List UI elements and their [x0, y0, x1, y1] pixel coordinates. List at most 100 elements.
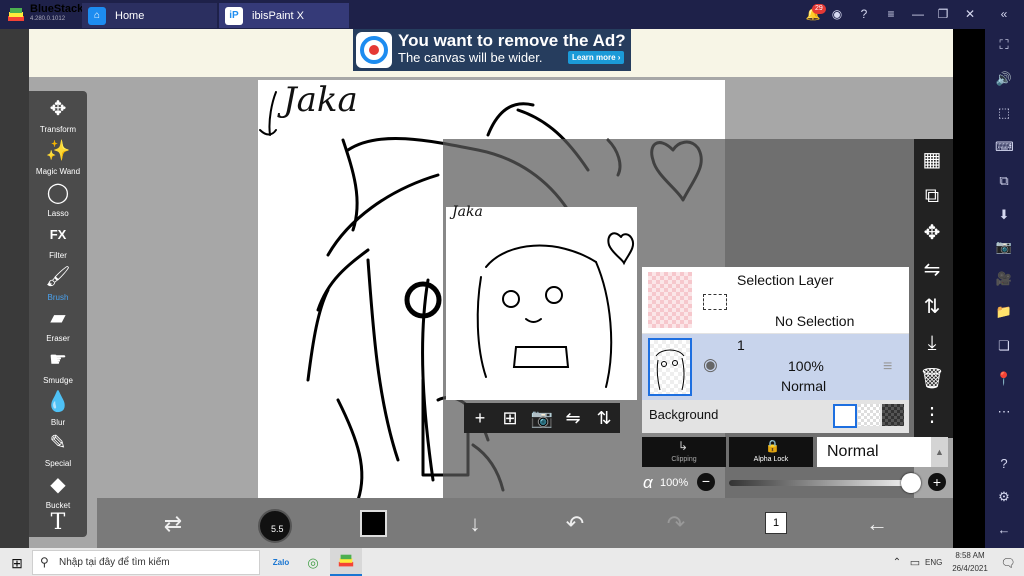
tab-home[interactable]: ⌂ Home	[82, 3, 217, 28]
eye-visibility-icon[interactable]: ◉	[703, 355, 718, 375]
restore-icon[interactable]: ❐	[935, 6, 951, 22]
multi-instance-icon[interactable]: ❏	[995, 337, 1013, 355]
special-pen-icon: ✎	[49, 432, 67, 454]
brush-size-value: 5.5	[271, 524, 284, 534]
location-icon[interactable]: 📍	[995, 370, 1013, 388]
copy-layer-icon[interactable]: ⧉	[919, 183, 945, 209]
opacity-slider[interactable]	[729, 480, 921, 486]
undo-icon[interactable]: ↶	[560, 510, 590, 538]
camera-icon[interactable]: 📷	[529, 405, 555, 431]
ibispaint-logo-icon	[356, 32, 392, 68]
tool-blur[interactable]: 💧 Blur	[29, 391, 87, 427]
tool-brush[interactable]: 🖌 Brush	[29, 266, 87, 302]
alpha-lock-button[interactable]: 🔒 Alpha Lock	[729, 437, 813, 467]
layer-preview	[446, 207, 637, 400]
color-swatch[interactable]	[360, 510, 387, 537]
back-icon[interactable]: ←	[995, 521, 1013, 539]
tool-lasso[interactable]: ◯ Lasso	[29, 182, 87, 218]
bottom-toolbar	[97, 498, 953, 548]
notification-center-icon[interactable]: 🗨	[997, 552, 1019, 574]
minimize-icon[interactable]: —	[910, 6, 926, 22]
browser-app-icon[interactable]: ◎	[302, 552, 324, 574]
more-icon[interactable]: ⋯	[995, 403, 1013, 421]
tool-eraser[interactable]: ▰ Eraser	[29, 307, 87, 343]
network-icon[interactable]: ▭	[904, 552, 926, 574]
tool-magic-wand[interactable]: ✨ Magic Wand	[29, 140, 87, 176]
canvas-signature: Jaka	[283, 80, 358, 120]
eraser-icon: ▰	[50, 307, 66, 329]
left-gutter	[0, 29, 29, 548]
keyboard-icon[interactable]: ⌨	[995, 138, 1014, 156]
background-label: Background	[649, 407, 719, 422]
tool-special[interactable]: ✎ Special	[29, 432, 87, 468]
add-layer-copy-icon[interactable]: ⊞	[497, 405, 523, 431]
tab-ibispaint[interactable]: iP ibisPaint X	[219, 3, 349, 28]
collapse-sidebar-icon[interactable]: «	[996, 6, 1012, 22]
clock-time[interactable]: 8:58 AM	[955, 551, 985, 560]
fullscreen-icon[interactable]: ⛶	[995, 36, 1013, 54]
tool-filter[interactable]: FX Filter	[29, 224, 87, 260]
taskbar-search[interactable]: ⚲ Nhập tại đây để tìm kiếm	[32, 550, 260, 575]
tab-home-label: Home	[115, 9, 145, 22]
selection-layer-title: Selection Layer	[737, 272, 834, 288]
download-arrow-icon[interactable]: ↓	[460, 510, 490, 538]
volume-icon[interactable]: 🔊	[995, 70, 1013, 88]
ad-subtitle: The canvas will be wider.	[398, 50, 543, 65]
close-icon[interactable]: ✕	[962, 6, 978, 22]
more-options-icon[interactable]: ⋮	[919, 402, 945, 428]
drag-handle-icon[interactable]: ≡	[883, 358, 892, 376]
checker-new-layer-icon[interactable]: ▦	[919, 147, 945, 173]
language-indicator[interactable]: ENG	[925, 558, 942, 567]
move-arrows-icon: ✥	[49, 98, 67, 120]
add-layer-icon[interactable]: +	[467, 405, 493, 431]
app-version: 4.280.0.1012	[30, 16, 66, 22]
brush-size-button[interactable]: 5.5	[258, 509, 292, 543]
flip-horizontal-icon[interactable]: ⇋	[919, 257, 945, 283]
flip-canvas-vertical-icon[interactable]: ⇅	[591, 405, 617, 431]
install-apk-icon[interactable]: ⬇	[995, 206, 1013, 224]
layers-button-icon[interactable]: 1	[765, 512, 787, 534]
ad-title: You want to remove the Ad?	[398, 31, 626, 50]
opacity-increase-button[interactable]: +	[928, 473, 946, 491]
flip-vertical-icon[interactable]: ⇅	[919, 294, 945, 320]
account-icon[interactable]: ◉	[829, 6, 845, 22]
redo-icon[interactable]: ↷	[661, 510, 691, 538]
settings-gear-icon[interactable]: ⚙	[995, 488, 1013, 506]
tool-text[interactable]: T	[29, 512, 87, 536]
back-arrow-icon[interactable]: ←	[862, 510, 892, 538]
video-icon[interactable]: 🎥	[995, 270, 1013, 288]
help-sidebar-icon[interactable]: ?	[995, 455, 1013, 473]
pointer-icon[interactable]: ⬚	[995, 104, 1013, 122]
opacity-decrease-button[interactable]: −	[697, 473, 715, 491]
folder-icon[interactable]: 📁	[995, 303, 1013, 321]
bluestacks-taskbar-app[interactable]	[330, 548, 362, 576]
move-layer-icon[interactable]: ✥	[919, 220, 945, 246]
background-transparent-swatch[interactable]	[858, 404, 880, 426]
blend-mode-select[interactable]: Normal ▲	[817, 437, 948, 467]
opacity-slider-knob[interactable]	[901, 473, 921, 493]
right-gutter	[953, 29, 985, 548]
menu-icon[interactable]: ≡	[883, 6, 899, 22]
tool-smudge[interactable]: ☛ Smudge	[29, 349, 87, 385]
screen-record-icon[interactable]: ⧉	[995, 172, 1013, 190]
layer-1-opacity: 100%	[788, 358, 824, 374]
merge-down-icon[interactable]: ⤓	[919, 330, 945, 356]
blur-drop-icon: 💧	[45, 391, 71, 413]
tool-bucket[interactable]: ◆ Bucket	[29, 474, 87, 510]
flip-canvas-horizontal-icon[interactable]: ⇋	[560, 405, 586, 431]
tool-transform[interactable]: ✥ Transform	[29, 98, 87, 134]
ad-learn-more-button[interactable]: Learn more ›	[568, 51, 625, 64]
clipping-button[interactable]: ↳ Clipping	[642, 437, 726, 467]
transform-toggle-icon[interactable]: ⇄	[158, 510, 188, 538]
background-white-swatch[interactable]	[833, 404, 857, 428]
bucket-icon: ◆	[50, 474, 66, 496]
screenshot-icon[interactable]: 📷	[995, 238, 1013, 256]
clock-date[interactable]: 26/4/2021	[950, 564, 990, 573]
alpha-symbol: α	[643, 473, 653, 492]
trash-icon[interactable]: 🗑	[919, 366, 945, 392]
zalo-app-icon[interactable]: Zalo	[270, 552, 292, 574]
layer-1-thumbnail	[648, 338, 692, 396]
help-icon[interactable]: ?	[856, 6, 872, 22]
windows-start-icon[interactable]: ⊞	[6, 552, 28, 574]
background-dark-swatch[interactable]	[882, 404, 904, 426]
